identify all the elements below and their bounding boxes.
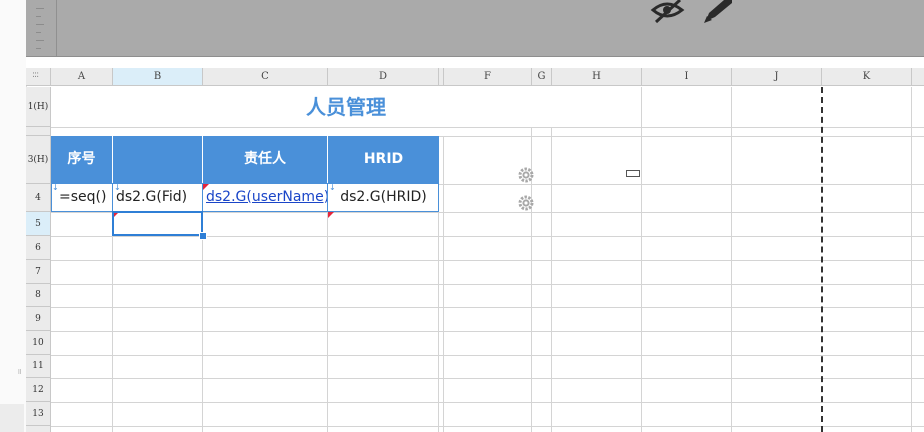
grid-col-line <box>202 212 203 432</box>
grid-row-line <box>51 284 924 285</box>
row-header-7[interactable]: 7 <box>26 260 51 284</box>
column-header-h[interactable]: H <box>552 68 642 86</box>
vertical-ruler <box>26 0 57 56</box>
expand-down-icon: ↓ <box>52 183 59 192</box>
grid-row-line <box>51 236 924 237</box>
expand-down-icon: ↓ <box>114 183 121 192</box>
resize-grip-icon[interactable]: ॥ <box>17 368 22 376</box>
grid-row-line <box>439 184 924 185</box>
row-header-4[interactable]: 4 <box>26 184 51 212</box>
header-cell-seq[interactable]: 序号 <box>51 136 113 183</box>
grid-col-line <box>731 87 732 432</box>
header-cell-fid[interactable] <box>113 136 203 183</box>
grid-col-line <box>327 212 328 432</box>
top-panel <box>26 0 924 57</box>
grid-row-line <box>51 355 924 356</box>
cell-flag-icon <box>203 184 209 190</box>
grid-row-line <box>439 136 924 137</box>
gear-icon[interactable] <box>517 194 535 212</box>
grid-row-line <box>51 331 924 332</box>
row-header-9[interactable]: 9 <box>26 307 51 331</box>
left-panel-footer <box>0 404 24 432</box>
gear-icon[interactable] <box>517 166 535 184</box>
grid-row-line <box>51 426 924 427</box>
expand-down-icon: ↓ <box>329 183 336 192</box>
row-header-12[interactable]: 12 <box>26 378 51 402</box>
cell-d4-hrid-formula[interactable]: ds2.G(HRID) <box>328 184 439 211</box>
grid-row-line <box>51 378 924 379</box>
left-panel-strip: ॥ <box>0 0 27 432</box>
column-header-j[interactable]: J <box>732 68 822 86</box>
row-header-11[interactable]: 11 <box>26 355 51 378</box>
cell-a4-seq-formula[interactable]: =seq() <box>51 184 113 211</box>
column-header-d[interactable]: D <box>328 68 439 86</box>
grid-row-line <box>51 260 924 261</box>
cell-b4-fid-formula[interactable]: ds2.G(Fid) <box>113 184 203 211</box>
grid-col-line <box>112 212 113 432</box>
pencil-icon[interactable] <box>700 0 734 24</box>
cell-flag-icon <box>328 212 334 218</box>
active-cell-selection[interactable] <box>112 211 203 236</box>
column-header-i[interactable]: I <box>642 68 732 86</box>
toolbar-gap <box>26 57 924 68</box>
grid-row-line <box>51 307 924 308</box>
column-header-overflow <box>912 68 924 86</box>
grid-row-line <box>51 402 924 403</box>
table-col-divider <box>112 184 113 212</box>
widget-placeholder-icon[interactable] <box>626 170 640 177</box>
row-header-1[interactable]: 1(H) <box>26 87 51 127</box>
sheet-title[interactable]: 人员管理 <box>51 87 641 127</box>
grid-col-line <box>551 127 552 432</box>
header-cell-owner[interactable]: 责任人 <box>203 136 328 183</box>
row-header-14[interactable] <box>26 426 51 432</box>
row-header-6[interactable]: 6 <box>26 236 51 260</box>
header-cell-hrid[interactable]: HRID <box>328 136 439 183</box>
select-all-corner[interactable]: ::: <box>26 68 51 86</box>
column-header-f[interactable]: F <box>444 68 532 86</box>
row-header-5[interactable]: 5 <box>26 212 51 236</box>
row-header-8[interactable]: 8 <box>26 284 51 307</box>
row-header-13[interactable]: 13 <box>26 402 51 426</box>
row-header-2-hidden[interactable] <box>26 127 51 136</box>
grid-col-line <box>911 87 912 432</box>
table-col-divider <box>327 184 328 212</box>
column-header-a[interactable]: A <box>51 68 113 86</box>
row-header-10[interactable]: 10 <box>26 331 51 355</box>
eye-slash-icon[interactable] <box>650 0 686 24</box>
grid-row-line <box>51 127 924 128</box>
fill-handle[interactable] <box>199 232 207 240</box>
column-header-c[interactable]: C <box>203 68 328 86</box>
row-header-3[interactable]: 3(H) <box>26 136 51 184</box>
column-header-b[interactable]: B <box>113 68 203 86</box>
column-header-g[interactable]: G <box>532 68 552 86</box>
grid-col-line <box>641 87 642 432</box>
grid-col-line <box>443 136 444 432</box>
column-header-k[interactable]: K <box>822 68 912 86</box>
cell-c4-username-formula[interactable]: ds2.G(userName) <box>203 184 328 211</box>
page-break-line <box>821 87 823 432</box>
